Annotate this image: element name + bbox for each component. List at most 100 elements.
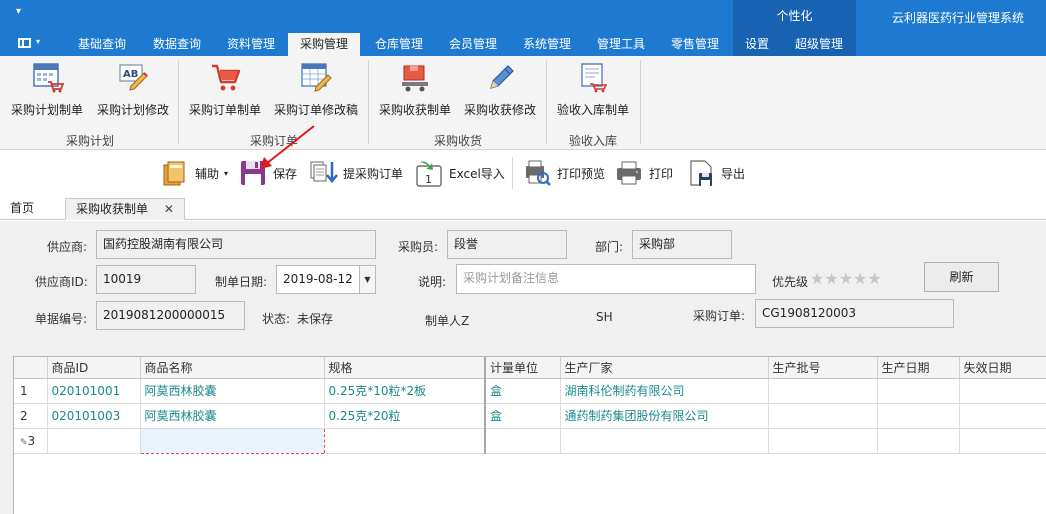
priority-rating[interactable]: ★★★★★ (810, 269, 882, 288)
supplier-id-field[interactable]: 10019 (96, 265, 196, 294)
table-cell[interactable]: 盒 (485, 378, 561, 404)
date-field[interactable]: 2019-08-12 (276, 265, 360, 294)
ribbon-button-label: 验收入库制单 (556, 103, 629, 117)
table-cell[interactable] (959, 428, 1046, 454)
purchase-plan-edit-button[interactable]: AB 采购计划修改 (94, 60, 172, 118)
chevron-down-icon: ▼ (364, 275, 371, 284)
tab-tools[interactable]: 管理工具 (590, 33, 652, 56)
table-row[interactable]: 1 020101001 阿莫西林胶囊 0.25克*10粒*2板 盒 湖南科伦制药… (14, 378, 1046, 404)
doc-no-label: 单据编号: (35, 312, 88, 326)
table-cell[interactable]: 0.25克*20粒 (324, 403, 486, 429)
print-preview-button[interactable]: 打印预览 (522, 157, 605, 189)
table-cell[interactable]: 湖南科伦制药有限公司 (560, 378, 769, 404)
buyer-field[interactable]: 段誉 (447, 230, 567, 259)
table-cell[interactable] (877, 403, 960, 429)
purchase-plan-create-button[interactable]: 采购计划制单 (8, 60, 86, 118)
tab-purchase-manage[interactable]: 采购管理 (288, 33, 360, 56)
dept-field[interactable]: 采购部 (632, 230, 732, 259)
supplier-field[interactable]: 国药控股湖南有限公司 (96, 230, 376, 259)
save-label: 保存 (273, 166, 298, 181)
doc-tab-label: 采购收获制单 (76, 202, 149, 216)
ribbon-group-label-receive: 采购收货 (433, 134, 482, 148)
table-cell[interactable] (768, 428, 878, 454)
purchase-order-edit-button[interactable]: 采购订单修改稿 (270, 60, 362, 118)
export-label: 导出 (721, 166, 746, 181)
tab-data-query[interactable]: 数据查询 (146, 33, 208, 56)
date-dropdown-button[interactable]: ▼ (359, 265, 376, 294)
pages-down-arrow-icon (310, 161, 338, 183)
table-cell[interactable] (768, 403, 878, 429)
purchase-receive-create-button[interactable]: 采购收获制单 (376, 60, 454, 118)
table-cell[interactable]: 通药制药集团股份有限公司 (560, 403, 769, 429)
table-cell[interactable] (324, 428, 486, 454)
print-button[interactable]: 打印 (614, 157, 673, 189)
maker-value: SH (596, 310, 613, 324)
personalize-label: 个性化 (776, 9, 813, 23)
toolbar-separator (512, 157, 513, 189)
table-cell[interactable] (959, 378, 1046, 404)
table-cell[interactable] (877, 378, 960, 404)
column-header[interactable]: 生产日期 (877, 357, 960, 379)
new-row[interactable]: ✎3 (14, 427, 1046, 454)
tab-super-manage[interactable]: 超级管理 (788, 33, 850, 56)
column-header[interactable]: 生产厂家 (560, 357, 769, 379)
app-menu-button[interactable]: ▾ (18, 37, 44, 51)
table-cell[interactable]: 020101003 (47, 403, 141, 429)
assist-label: 辅助 (195, 166, 220, 181)
table-cell[interactable] (768, 378, 878, 404)
row-number: 2 (14, 403, 48, 429)
column-header[interactable]: 生产批号 (768, 357, 878, 379)
tab-warehouse-manage[interactable]: 仓库管理 (368, 33, 430, 56)
table-cell[interactable] (47, 428, 141, 454)
table-cell[interactable]: 0.25克*10粒*2板 (324, 378, 486, 404)
table-cell[interactable]: 盒 (485, 403, 561, 429)
column-header[interactable]: 失效日期 (959, 357, 1046, 379)
tab-system-manage[interactable]: 系统管理 (516, 33, 578, 56)
fetch-purchase-order-button[interactable]: 提采购订单 (308, 157, 403, 189)
column-header[interactable]: 计量单位 (485, 357, 561, 379)
assist-button[interactable]: 辅助 ▾ (160, 157, 228, 189)
ribbon-separator (546, 60, 547, 144)
export-button[interactable]: 导出 (686, 157, 745, 189)
ribbon-button-label: 采购订单修改稿 (273, 103, 358, 117)
purchase-receive-edit-button[interactable]: 采购收获修改 (460, 60, 540, 118)
table-cell[interactable]: 阿莫西林胶囊 (140, 403, 325, 429)
purchase-order-create-button[interactable]: 采购订单制单 (186, 60, 264, 118)
table-cell[interactable]: 阿莫西林胶囊 (140, 378, 325, 404)
note-input[interactable]: 采购计划备注信息 (456, 264, 756, 294)
purchase-order-field[interactable]: CG1908120003 (755, 299, 954, 328)
table-cell[interactable] (959, 403, 1046, 429)
row-number: 3 (27, 433, 36, 448)
status-label: 状态: (262, 312, 291, 326)
column-header[interactable]: 规格 (324, 357, 486, 379)
table-cell[interactable] (877, 428, 960, 454)
doc-tab-purchase-receive[interactable]: 采购收获制单 ✕ (65, 198, 185, 220)
table-cell[interactable]: 020101001 (47, 378, 141, 404)
column-header[interactable]: 商品ID (47, 357, 141, 379)
refresh-button[interactable]: 刷新 (924, 262, 999, 292)
quick-access-dropdown[interactable]: ▾ (16, 6, 21, 17)
row-number: 1 (14, 378, 48, 404)
column-header[interactable]: 商品名称 (140, 357, 325, 379)
excel-import-button[interactable]: 1 Excel导入 (414, 157, 505, 189)
save-button[interactable]: 保存 (238, 157, 297, 189)
tab-basic-query[interactable]: 基础查询 (70, 33, 134, 56)
ab-edit-icon: AB (119, 64, 148, 91)
buyer-label: 采购员: (398, 240, 439, 254)
supplier-label: 供应商: (47, 240, 88, 254)
tab-data-manage[interactable]: 资料管理 (220, 33, 282, 56)
tab-member-manage[interactable]: 会员管理 (442, 33, 504, 56)
doc-no-field[interactable]: 2019081200000015 (96, 301, 245, 330)
active-cell[interactable] (139, 427, 325, 454)
table-cell[interactable] (560, 428, 769, 454)
chevron-down-icon: ▾ (224, 168, 229, 178)
stock-in-create-button[interactable]: 验收入库制单 (554, 60, 632, 118)
dept-label: 部门: (595, 240, 624, 254)
table-cell[interactable] (485, 428, 561, 454)
tab-retail-manage[interactable]: 零售管理 (664, 33, 726, 56)
document-tabs: 首页 采购收获制单 ✕ (0, 196, 1046, 220)
table-row[interactable]: 2 020101003 阿莫西林胶囊 0.25克*20粒 盒 通药制药集团股份有… (14, 403, 1046, 429)
doc-tab-home[interactable]: 首页 (10, 198, 34, 220)
tab-settings[interactable]: 设置 (738, 33, 776, 56)
close-icon[interactable]: ✕ (164, 202, 174, 216)
